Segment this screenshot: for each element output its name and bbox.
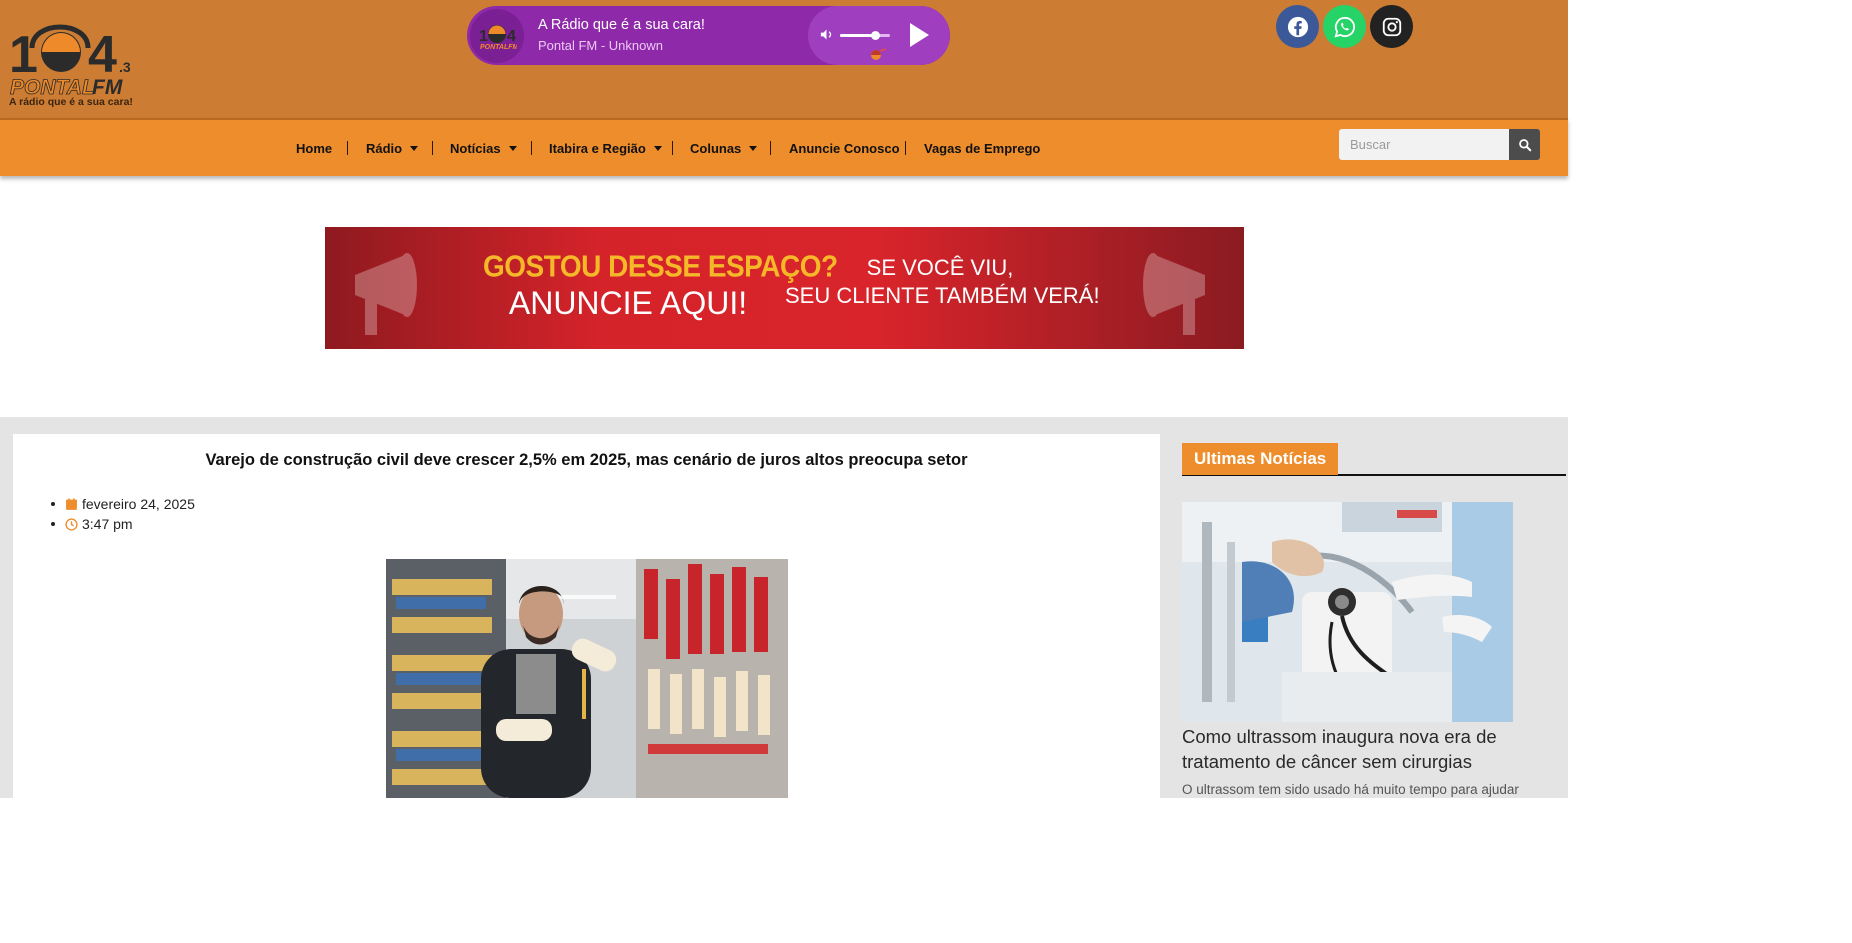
volume-icon[interactable] (819, 27, 834, 47)
nav-separator (905, 141, 906, 155)
sidebar-section-title: Ultimas Notícias (1182, 443, 1339, 475)
clock-icon (65, 517, 78, 531)
ad-tagline-line1: SE VOCÊ VIU, (866, 255, 1014, 280)
article-date-text: fevereiro 24, 2025 (82, 496, 195, 512)
site-logo[interactable]: 1 4 .3 PONTAL FM A rádio que é a sua car… (6, 8, 136, 110)
nav-item-home[interactable]: Home (296, 120, 332, 176)
svg-text:PONTALFM: PONTALFM (480, 44, 517, 51)
megaphone-icon (355, 253, 417, 335)
article-title: Varejo de construção civil deve crescer … (205, 451, 968, 469)
volume-slider-fill (840, 34, 875, 37)
volume-slider-knob[interactable] (871, 31, 880, 40)
sidebar-news-headline[interactable]: Como ultrassom inaugura nova era de trat… (1182, 724, 1552, 774)
nav-separator (770, 141, 771, 155)
nav-item-label: Notícias (450, 140, 501, 156)
svg-text:1: 1 (479, 28, 488, 45)
chevron-down-icon (410, 145, 419, 151)
whatsapp-icon[interactable] (1323, 5, 1366, 48)
ad-banner[interactable]: GOSTOU DESSE ESPAÇO? ANUNCIE AQUI! SE VO… (325, 227, 1244, 349)
chevron-down-icon (749, 145, 758, 151)
nav-item-label: Anuncie Conosco (789, 140, 900, 156)
chevron-down-icon (653, 145, 662, 151)
sidebar-news-image[interactable] (1182, 502, 1513, 722)
search-button[interactable] (1509, 129, 1540, 160)
svg-text:PONTAL: PONTAL (10, 76, 95, 98)
volume-slider[interactable] (840, 31, 890, 40)
nav-item-vagas-emprego[interactable]: Vagas de Emprego (924, 120, 1040, 176)
nav-item-radio[interactable]: Rádio (366, 120, 419, 176)
player-album-art: 1 4 PONTALFM (470, 9, 524, 63)
svg-text:4: 4 (507, 28, 516, 45)
facebook-icon[interactable] (1276, 5, 1319, 48)
nav-item-label: Itabira e Região (549, 140, 646, 156)
sidebar-section-header: Ultimas Notícias (1182, 443, 1566, 476)
nav-item-itabira-regiao[interactable]: Itabira e Região (549, 120, 662, 176)
nav-item-label: Home (296, 140, 333, 156)
main-navigation: Home Rádio Notícias Itabira e Região Col… (0, 118, 1568, 176)
nav-separator (347, 141, 348, 155)
logo-tagline: A rádio que é a sua cara! (9, 96, 133, 108)
player-controls (808, 6, 950, 65)
search-input[interactable] (1339, 129, 1509, 160)
article-meta: fevereiro 24, 2025 3:47 pm (51, 494, 195, 534)
svg-text:FM: FM (92, 76, 123, 98)
svg-text:.3: .3 (119, 59, 131, 75)
nav-separator (672, 141, 673, 155)
calendar-icon (65, 498, 78, 511)
article-time: 3:47 pm (51, 514, 195, 534)
search-icon (1518, 138, 1531, 151)
sidebar-news-excerpt: O ultrassom tem sido usado há muito temp… (1182, 782, 1519, 797)
play-button[interactable] (908, 22, 930, 53)
sidebar: Ultimas Notícias Como ultrassom inaugura… (1160, 434, 1568, 798)
nav-item-label: Vagas de Emprego (924, 140, 1041, 156)
instagram-icon[interactable] (1370, 5, 1413, 48)
player-station-title: A Rádio que é a sua cara! (538, 17, 705, 33)
nav-item-noticias[interactable]: Notícias (450, 120, 517, 176)
ad-cta: ANUNCIE AQUI! (508, 285, 748, 321)
nav-item-colunas[interactable]: Colunas (690, 120, 758, 176)
nav-item-anuncie-conosco[interactable]: Anuncie Conosco (789, 120, 900, 176)
article: Varejo de construção civil deve crescer … (13, 434, 1160, 798)
nav-item-label: Colunas (690, 140, 742, 156)
ad-tagline-line2: SEU CLIENTE TAMBÉM VERÁ! (785, 283, 1100, 308)
nav-separator (432, 141, 433, 155)
player-track-info: Pontal FM - Unknown (538, 38, 663, 53)
radio-player: 1 4 PONTALFM A Rádio que é a sua cara! P… (467, 6, 950, 65)
nav-separator (531, 141, 532, 155)
ad-headline: GOSTOU DESSE ESPAÇO? (483, 249, 838, 284)
article-image[interactable] (386, 559, 788, 798)
player-badge-icon (868, 47, 888, 65)
article-date: fevereiro 24, 2025 (51, 494, 195, 514)
megaphone-icon (1143, 253, 1205, 335)
article-time-text: 3:47 pm (82, 516, 133, 532)
top-header: 1 4 .3 PONTAL FM A rádio que é a sua car… (0, 0, 1568, 118)
nav-item-label: Rádio (366, 140, 403, 156)
chevron-down-icon (508, 145, 517, 151)
